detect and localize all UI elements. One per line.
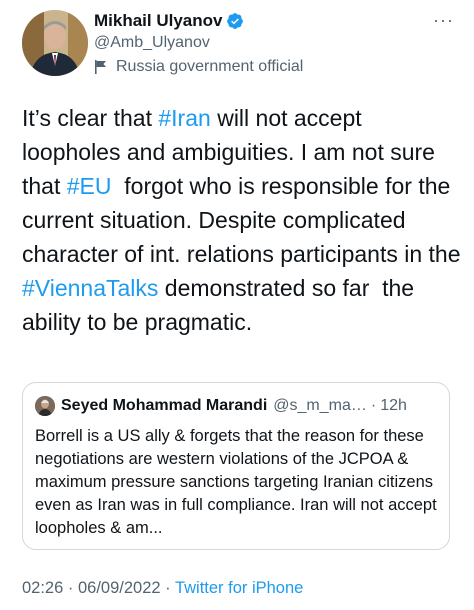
author-handle[interactable]: @Amb_Ulyanov [94, 34, 210, 52]
quoted-author-avatar[interactable] [35, 396, 55, 416]
hashtag-eu-link[interactable]: #EU [67, 173, 112, 199]
tweet-date[interactable]: 06/09/2022 [78, 579, 161, 597]
hashtag-iran-link[interactable]: #Iran [158, 105, 210, 131]
author-name-row: Mikhail Ulyanov [94, 9, 244, 33]
more-options-icon[interactable]: ··· [433, 10, 454, 31]
tweet-text: It’s clear that #Iran will not accept lo… [22, 101, 462, 339]
quoted-dot-separator: · [370, 397, 377, 414]
author-name[interactable]: Mikhail Ulyanov [94, 11, 222, 31]
quoted-author-handle[interactable]: @s_m_ma… [273, 397, 367, 415]
hashtag-viennatalks-link[interactable]: #ViennaTalks [22, 275, 158, 301]
flag-icon [94, 59, 108, 75]
tweet-metadata: 02:26 · 06/09/2022 · Twitter for iPhone [22, 579, 303, 598]
tweet-source-link[interactable]: Twitter for iPhone [175, 579, 303, 597]
government-label-text: Russia government official [116, 58, 304, 75]
government-label[interactable]: Russia government official [94, 58, 303, 76]
quoted-author-name[interactable]: Seyed Mohammad Marandi [61, 397, 267, 415]
tweet-text-segment: It’s clear that [22, 105, 159, 131]
tweet-time[interactable]: 02:26 [22, 579, 63, 597]
quoted-tweet-card[interactable]: Seyed Mohammad Marandi @s_m_ma… · 12h Bo… [22, 382, 450, 550]
quoted-timestamp[interactable]: 12h [380, 397, 407, 415]
verified-badge-icon [226, 12, 244, 30]
meta-separator: · [160, 579, 175, 597]
author-avatar[interactable] [22, 10, 88, 76]
meta-separator: · [63, 579, 78, 597]
quoted-tweet-header: Seyed Mohammad Marandi @s_m_ma… · 12h [35, 395, 437, 417]
quoted-tweet-text: Borrell is a US ally & forgets that the … [35, 427, 437, 537]
